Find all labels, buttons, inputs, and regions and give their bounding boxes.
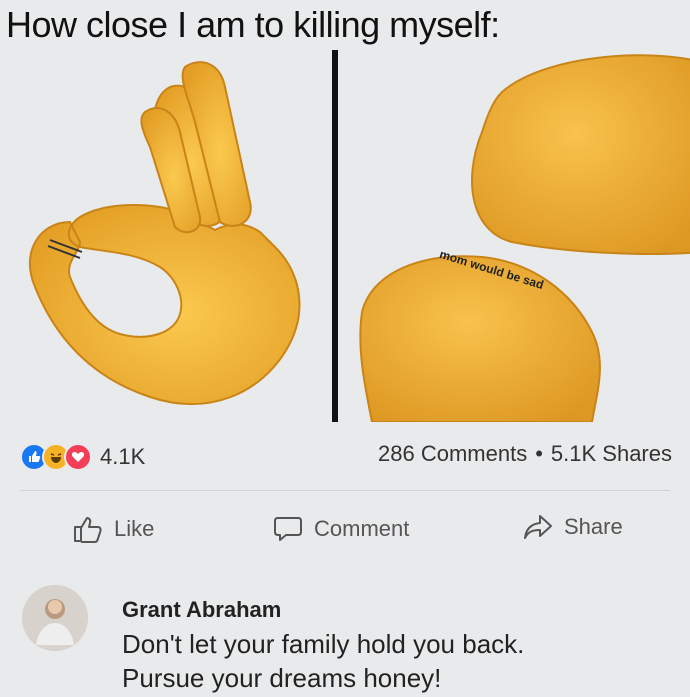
share-arrow-icon bbox=[524, 515, 552, 539]
comment-label: Comment bbox=[314, 516, 410, 541]
comment-line-2: Pursue your dreams honey! bbox=[122, 663, 442, 693]
stats-separator: • bbox=[535, 441, 543, 466]
share-button[interactable]: Share bbox=[522, 512, 623, 542]
avatar[interactable] bbox=[22, 585, 88, 651]
comment-author[interactable]: Grant Abraham bbox=[122, 597, 281, 623]
ok-hand-emoji bbox=[10, 52, 330, 422]
divider-line bbox=[20, 490, 670, 491]
shares-count[interactable]: 5.1K Shares bbox=[551, 441, 672, 466]
like-label: Like bbox=[114, 516, 155, 541]
meme-title: How close I am to killing myself: bbox=[6, 4, 500, 45]
love-icon bbox=[64, 443, 92, 471]
comment-line-1: Don't let your family hold you back. bbox=[122, 629, 525, 659]
post-actions: Like Comment Share bbox=[0, 510, 690, 554]
comment-body: Don't let your family hold you back. Pur… bbox=[122, 627, 524, 695]
comments-count[interactable]: 286 Comments bbox=[378, 441, 527, 466]
post-stats: 286 Comments • 5.1K Shares bbox=[378, 441, 672, 467]
reactions-summary[interactable]: 4.1K bbox=[20, 440, 145, 474]
panel-divider bbox=[332, 50, 338, 422]
reaction-count: 4.1K bbox=[100, 444, 146, 469]
zoomed-fingertips: mom would be sad bbox=[342, 52, 690, 422]
comment-item: Grant Abraham Don't let your family hold… bbox=[22, 585, 682, 695]
comment-bubble-icon bbox=[274, 517, 302, 541]
thumbs-up-icon bbox=[74, 517, 102, 543]
share-label: Share bbox=[564, 514, 623, 539]
comment-button[interactable]: Comment bbox=[272, 514, 409, 544]
like-button[interactable]: Like bbox=[72, 514, 154, 544]
